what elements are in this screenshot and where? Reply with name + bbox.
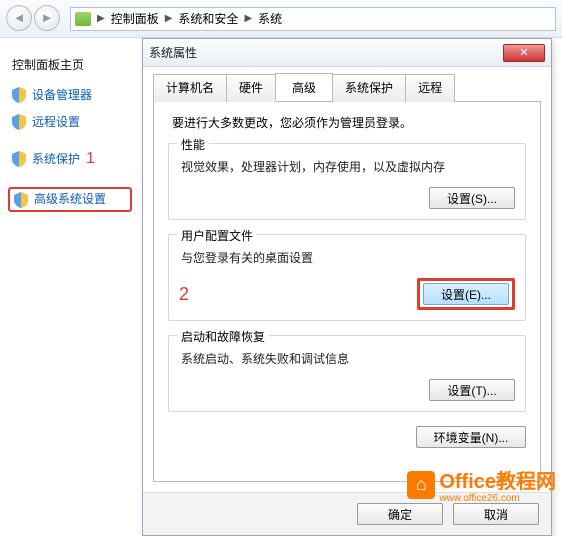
shield-icon: [12, 151, 26, 167]
environment-variables-button[interactable]: 环境变量(N)...: [416, 426, 526, 448]
tab-advanced[interactable]: 高级: [275, 73, 333, 101]
sidebar-item-remote-settings[interactable]: 远程设置: [12, 114, 132, 131]
tab-pane-advanced: 要进行大多数更改，您必须作为管理员登录。 性能 视觉效果，处理器计划，内存使用，…: [153, 102, 541, 482]
sidebar-title: 控制面板主页: [12, 56, 132, 73]
sidebar-item-label: 系统保护: [32, 151, 80, 168]
group-title: 用户配置文件: [177, 227, 257, 244]
group-desc: 与您登录有关的桌面设置: [181, 249, 515, 266]
chevron-right-icon: ▶: [244, 13, 252, 24]
nav-buttons: ◄ ►: [6, 5, 62, 33]
sidebar-item-advanced-system-settings[interactable]: 高级系统设置: [8, 187, 132, 212]
group-user-profiles: 用户配置文件 与您登录有关的桌面设置 2 设置(E)...: [168, 234, 526, 321]
watermark-url: www.office26.com: [439, 494, 556, 504]
cancel-button[interactable]: 取消: [453, 503, 539, 525]
forward-button[interactable]: ►: [34, 5, 60, 31]
dialog-titlebar[interactable]: 系统属性 ✕: [143, 39, 551, 67]
annotation-2: 2: [179, 284, 189, 305]
annotation-1: 1: [86, 150, 95, 168]
admin-notice: 要进行大多数更改，您必须作为管理员登录。: [172, 114, 526, 131]
system-properties-dialog: 系统属性 ✕ 计算机名 硬件 高级 系统保护 远程 要进行大多数更改，您必须作为…: [142, 38, 552, 536]
group-performance: 性能 视觉效果，处理器计划，内存使用，以及虚拟内存 设置(S)...: [168, 143, 526, 220]
chevron-right-icon: ▶: [165, 13, 173, 24]
address-toolbar: ◄ ► ▶ 控制面板 ▶ 系统和安全 ▶ 系统: [0, 0, 562, 38]
tab-computer-name[interactable]: 计算机名: [153, 74, 227, 102]
ok-button[interactable]: 确定: [357, 503, 443, 525]
shield-icon: [14, 192, 28, 208]
content-area: 系统属性 ✕ 计算机名 硬件 高级 系统保护 远程 要进行大多数更改，您必须作为…: [140, 38, 562, 508]
tab-hardware[interactable]: 硬件: [226, 74, 276, 102]
sidebar-item-system-protection[interactable]: 系统保护: [12, 151, 80, 168]
group-startup-recovery: 启动和故障恢复 系统启动、系统失败和调试信息 设置(T)...: [168, 335, 526, 412]
sidebar-item-device-manager[interactable]: 设备管理器: [12, 87, 132, 104]
shield-icon: [12, 87, 26, 103]
close-button[interactable]: ✕: [503, 44, 545, 62]
group-title: 启动和故障恢复: [177, 328, 269, 345]
breadcrumb-item[interactable]: 控制面板: [111, 10, 159, 27]
sidebar-item-label: 高级系统设置: [34, 191, 106, 208]
group-title: 性能: [177, 136, 209, 153]
group-desc: 视觉效果，处理器计划，内存使用，以及虚拟内存: [181, 158, 515, 175]
tab-remote[interactable]: 远程: [405, 74, 455, 102]
group-desc: 系统启动、系统失败和调试信息: [181, 350, 515, 367]
tab-system-protection[interactable]: 系统保护: [332, 74, 406, 102]
breadcrumb-item[interactable]: 系统: [258, 10, 282, 27]
tab-strip: 计算机名 硬件 高级 系统保护 远程: [153, 73, 541, 102]
watermark-logo: ⌂ Office教程网 www.office26.com: [407, 465, 556, 504]
computer-icon: [75, 12, 91, 26]
startup-settings-button[interactable]: 设置(T)...: [429, 379, 515, 401]
sidebar: 控制面板主页 设备管理器 远程设置 系统保护 1 高级系统设置: [0, 38, 140, 508]
sidebar-item-label: 远程设置: [32, 114, 80, 131]
user-profiles-settings-button[interactable]: 设置(E)...: [423, 283, 509, 305]
office-icon: ⌂: [407, 471, 435, 499]
watermark-name: Office教程网: [439, 471, 556, 493]
back-button[interactable]: ◄: [6, 5, 32, 31]
sidebar-item-label: 设备管理器: [32, 87, 92, 104]
chevron-right-icon: ▶: [97, 13, 105, 24]
breadcrumb-item[interactable]: 系统和安全: [178, 10, 238, 27]
dialog-title: 系统属性: [149, 44, 197, 61]
shield-icon: [12, 114, 26, 130]
breadcrumb[interactable]: ▶ 控制面板 ▶ 系统和安全 ▶ 系统: [70, 7, 556, 31]
performance-settings-button[interactable]: 设置(S)...: [429, 187, 515, 209]
